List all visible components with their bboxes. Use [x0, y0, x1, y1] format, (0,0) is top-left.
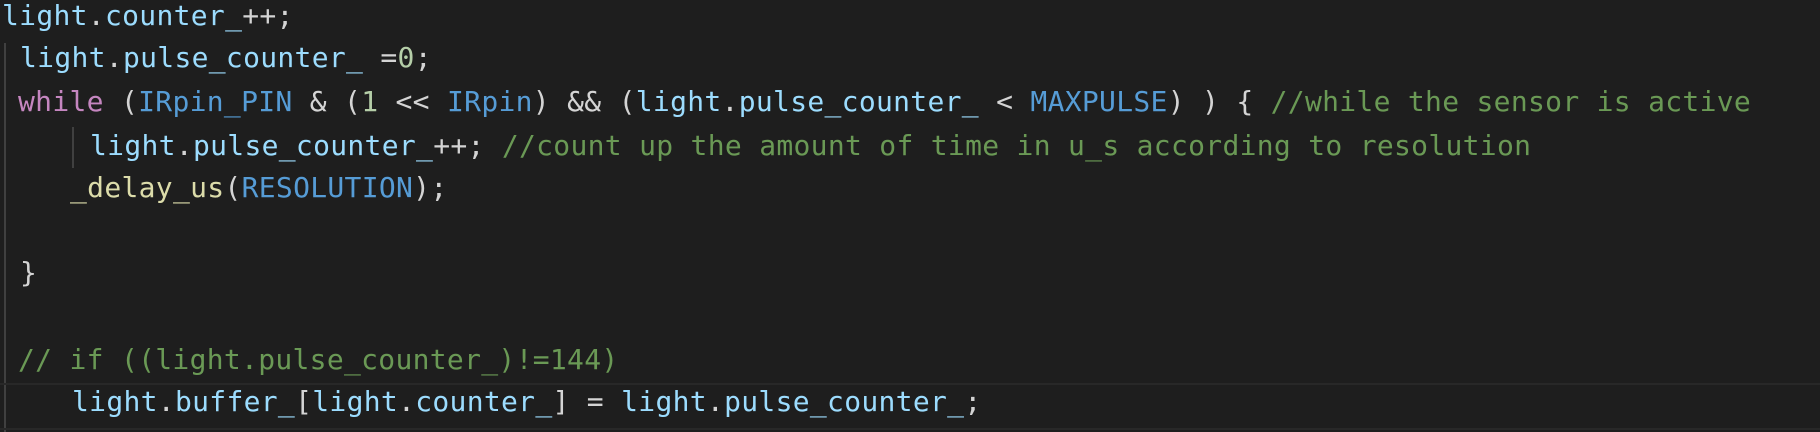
- token-operator: ) && (: [532, 85, 636, 118]
- token-comment: //while the sensor is active: [1270, 85, 1752, 118]
- indent-guide: [72, 127, 74, 168]
- token-variable: light: [72, 385, 158, 418]
- token-variable: light: [2, 0, 88, 32]
- token-operator: .: [87, 0, 105, 32]
- token-variable: pulse_counter_: [122, 41, 364, 74]
- token-operator: .: [706, 385, 725, 418]
- token-operator: .: [175, 129, 193, 162]
- token-operator: ;: [964, 385, 982, 418]
- token-operator: ++;: [242, 0, 294, 32]
- token-operator: <: [978, 85, 1031, 118]
- token-operator: ] =: [552, 385, 622, 418]
- token-variable: light: [90, 129, 176, 162]
- token-operator: );: [413, 171, 448, 204]
- token-operator: =: [363, 41, 398, 74]
- token-operator: & (: [292, 85, 362, 118]
- code-line[interactable]: light.pulse_counter_++; //count up the a…: [90, 124, 1531, 167]
- token-variable: light: [20, 41, 106, 74]
- token-variable: buffer_: [174, 385, 296, 418]
- token-operator: [: [295, 385, 313, 418]
- code-line[interactable]: _delay_us(RESOLUTION);: [70, 166, 448, 209]
- indent-guide: [4, 43, 6, 432]
- token-macro: MAXPULSE: [1030, 85, 1168, 118]
- code-line[interactable]: }: [20, 251, 37, 294]
- token-operator: .: [721, 85, 739, 118]
- token-variable: pulse_counter_: [738, 85, 979, 118]
- token-variable: pulse_counter_: [192, 129, 434, 162]
- token-operator: <<: [378, 85, 447, 118]
- token-variable: pulse_counter_: [724, 385, 965, 418]
- code-editor[interactable]: light.counter_++; light.pulse_counter_ =…: [0, 0, 1820, 432]
- token-operator: .: [398, 385, 416, 418]
- code-line[interactable]: light.pulse_counter_ =0;: [20, 36, 432, 79]
- token-function: _delay_us: [70, 171, 225, 204]
- token-comment: // if ((light.pulse_counter_)!=144): [18, 343, 619, 376]
- token-operator: ) ) {: [1167, 85, 1271, 118]
- token-number: 0: [397, 41, 415, 74]
- token-keyword: while: [18, 85, 104, 118]
- token-operator: ++;: [433, 129, 502, 162]
- token-variable: light: [635, 85, 722, 118]
- token-operator: .: [157, 385, 175, 418]
- token-operator: }: [20, 256, 38, 289]
- token-number: 1: [361, 85, 379, 118]
- token-operator: (: [103, 85, 139, 118]
- code-line[interactable]: light.counter_++;: [2, 0, 294, 37]
- token-comment: //count up the amount of time in u_s acc…: [501, 129, 1532, 162]
- token-variable: counter_: [104, 0, 243, 32]
- code-line[interactable]: while (IRpin_PIN & (1 << IRpin) && (ligh…: [18, 80, 1751, 123]
- token-variable: counter_: [415, 385, 553, 418]
- token-variable: light: [312, 385, 399, 418]
- token-operator: (: [224, 171, 242, 204]
- code-line[interactable]: light.buffer_[light.counter_] = light.pu…: [72, 380, 981, 423]
- token-macro: RESOLUTION: [241, 171, 414, 204]
- token-macro: IRpin: [447, 85, 533, 118]
- token-macro: IRpin_PIN: [138, 85, 293, 118]
- code-line[interactable]: // if ((light.pulse_counter_)!=144): [18, 338, 619, 381]
- token-operator: .: [105, 41, 123, 74]
- token-operator: ;: [414, 41, 432, 74]
- token-variable: light: [621, 385, 707, 418]
